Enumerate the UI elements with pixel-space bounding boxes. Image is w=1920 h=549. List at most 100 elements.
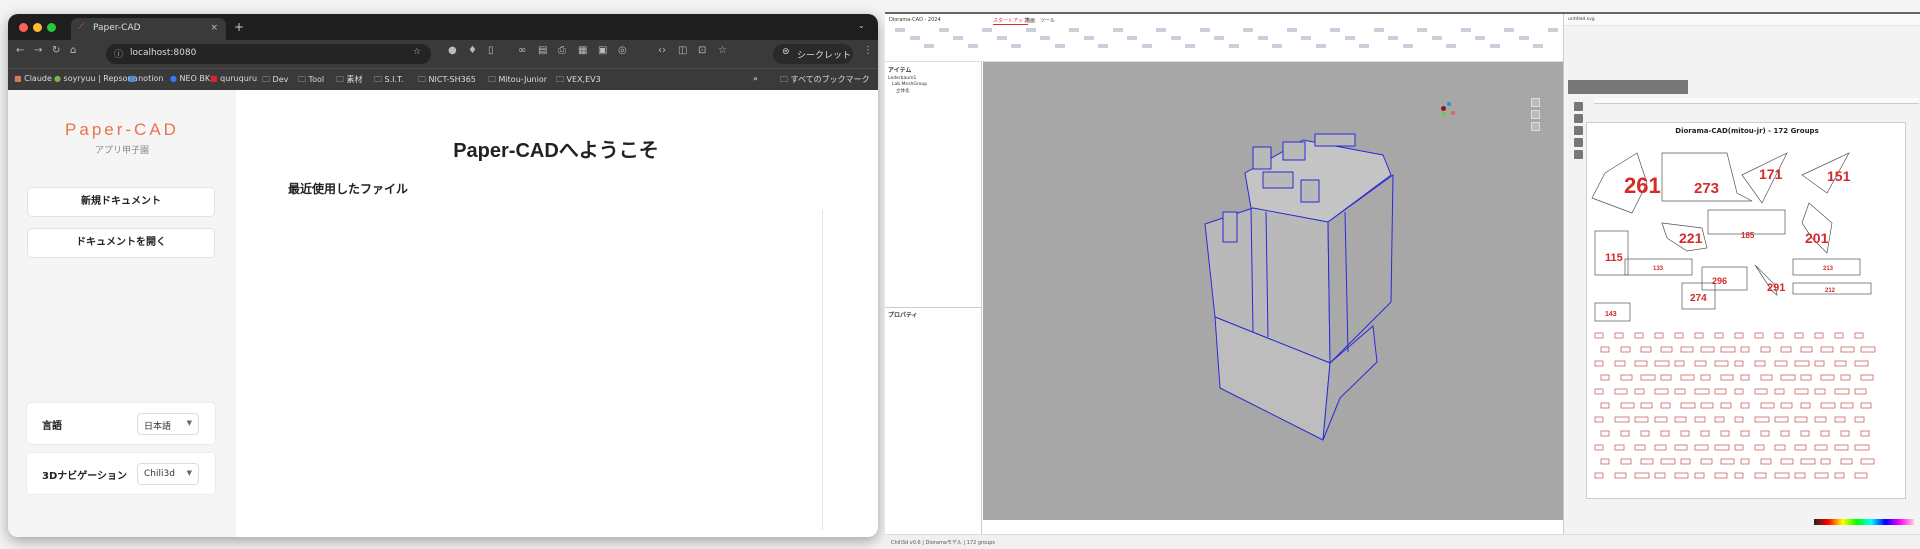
bookmark-folder[interactable]: 🗀 Mitou-Junior (488, 74, 547, 88)
small-piece[interactable] (1734, 416, 1744, 423)
extension-icon[interactable]: ◎ (618, 45, 627, 56)
small-piece[interactable] (1640, 402, 1653, 409)
small-piece[interactable] (1634, 444, 1646, 451)
small-piece[interactable] (1794, 472, 1806, 479)
small-piece[interactable] (1634, 416, 1649, 423)
small-piece[interactable] (1814, 416, 1827, 423)
small-piece[interactable] (1854, 332, 1864, 339)
small-piece[interactable] (1734, 472, 1744, 479)
new-document-button[interactable]: 新規ドキュメント (27, 187, 215, 217)
bookmark-folder[interactable]: 🗀 Dev (262, 74, 288, 88)
small-piece[interactable] (1734, 360, 1744, 367)
menu-icon[interactable]: ⋮ (863, 45, 873, 56)
small-piece[interactable] (1680, 458, 1691, 465)
small-piece[interactable] (1594, 332, 1604, 339)
small-piece[interactable] (1620, 402, 1635, 409)
small-piece[interactable] (1760, 346, 1771, 353)
ribbon-button[interactable] (1315, 44, 1326, 48)
small-piece[interactable] (1680, 346, 1694, 353)
small-piece[interactable] (1774, 416, 1789, 423)
small-piece[interactable] (1660, 374, 1672, 381)
small-piece[interactable] (1854, 472, 1868, 479)
small-piece[interactable] (1594, 360, 1604, 367)
extension-icon[interactable]: ♦ (468, 45, 477, 56)
ribbon-tab[interactable]: スタートアップ (993, 17, 1029, 25)
code-icon[interactable]: ‹› (658, 45, 666, 56)
small-piece[interactable] (1834, 332, 1844, 339)
small-piece[interactable] (1860, 374, 1874, 381)
small-piece[interactable] (1614, 388, 1628, 395)
small-piece[interactable] (1774, 388, 1785, 395)
small-piece[interactable] (1640, 346, 1652, 353)
small-piece[interactable] (1854, 360, 1869, 367)
small-piece[interactable] (1620, 374, 1633, 381)
ribbon-button[interactable] (1431, 36, 1442, 40)
ribbon-button[interactable] (1083, 36, 1094, 40)
tool-icon[interactable] (1574, 114, 1583, 123)
side-panel-icon[interactable]: ◫ (678, 45, 687, 56)
all-bookmarks-folder[interactable]: 🗀 すべてのブックマーク (780, 74, 870, 88)
bookmark[interactable]: ■ Claude (14, 74, 52, 83)
small-piece[interactable] (1780, 374, 1796, 381)
forward-icon[interactable]: → (34, 45, 42, 56)
small-piece[interactable] (1654, 332, 1664, 339)
bookmark-folder[interactable]: 🗀 Tool (298, 74, 324, 88)
small-piece[interactable] (1740, 374, 1750, 381)
small-piece[interactable] (1834, 444, 1849, 451)
small-piece[interactable] (1614, 332, 1624, 339)
tree-item[interactable]: Lederbaum1 (888, 76, 916, 81)
small-piece[interactable] (1614, 360, 1626, 367)
small-piece[interactable] (1674, 360, 1685, 367)
ribbon-button[interactable] (1112, 28, 1123, 32)
small-piece[interactable] (1614, 444, 1625, 451)
view-cube-gizmo[interactable] (1441, 102, 1457, 118)
small-piece[interactable] (1700, 430, 1710, 437)
ribbon-button[interactable] (1054, 44, 1065, 48)
qr-icon[interactable]: ▦ (578, 45, 587, 56)
new-tab-icon[interactable]: + (234, 20, 244, 34)
ribbon-button[interactable] (1272, 44, 1282, 48)
small-piece[interactable] (1620, 346, 1631, 353)
small-piece[interactable] (1780, 458, 1794, 465)
small-piece[interactable] (1860, 458, 1875, 465)
small-piece[interactable] (1640, 430, 1650, 437)
extension-icon[interactable]: ∞ (518, 45, 526, 56)
tool-icon[interactable] (1574, 138, 1583, 147)
ribbon-button[interactable] (1460, 28, 1471, 32)
small-piece[interactable] (1740, 458, 1750, 465)
small-piece[interactable] (1814, 444, 1828, 451)
small-piece[interactable] (1694, 388, 1710, 395)
ribbon-button[interactable] (1170, 36, 1181, 40)
small-piece[interactable] (1754, 388, 1768, 395)
small-piece[interactable] (1680, 430, 1690, 437)
small-piece[interactable] (1714, 360, 1729, 367)
small-piece[interactable] (1814, 472, 1829, 479)
bookmark[interactable]: ● soyryuu | Repsona (54, 74, 138, 83)
small-piece[interactable] (1754, 444, 1765, 451)
lock-icon[interactable]: ⊡ (698, 45, 706, 56)
ribbon-button[interactable] (1373, 28, 1384, 32)
small-piece[interactable] (1720, 374, 1734, 381)
small-piece[interactable] (1760, 402, 1775, 409)
reload-icon[interactable]: ↻ (52, 45, 60, 56)
small-piece[interactable] (1694, 416, 1706, 423)
small-piece[interactable] (1774, 472, 1790, 479)
ribbon-tab[interactable]: ツール (1040, 17, 1055, 24)
close-window-button[interactable] (19, 23, 28, 32)
incognito-badge[interactable]: ⊜ シークレット (773, 44, 853, 64)
small-piece[interactable] (1720, 458, 1735, 465)
ribbon-button[interactable] (1185, 44, 1195, 48)
tree-item[interactable]: Lab.MeshGroup (892, 82, 927, 87)
bookmark-folder[interactable]: 🗀 NICT-SH365 (418, 74, 476, 88)
ribbon-button[interactable] (895, 28, 905, 32)
small-piece[interactable] (1634, 388, 1645, 395)
address-bar[interactable]: ⓘ localhost:8080 ☆ (106, 44, 431, 64)
bookmark-folder[interactable]: 🗀 素材 (336, 74, 363, 88)
ribbon-button[interactable] (996, 36, 1007, 40)
ribbon-button[interactable] (1011, 44, 1021, 48)
small-piece[interactable] (1600, 402, 1610, 409)
small-piece[interactable] (1694, 444, 1709, 451)
ribbon-button[interactable] (953, 36, 963, 40)
small-piece[interactable] (1654, 416, 1668, 423)
small-piece[interactable] (1814, 332, 1824, 339)
